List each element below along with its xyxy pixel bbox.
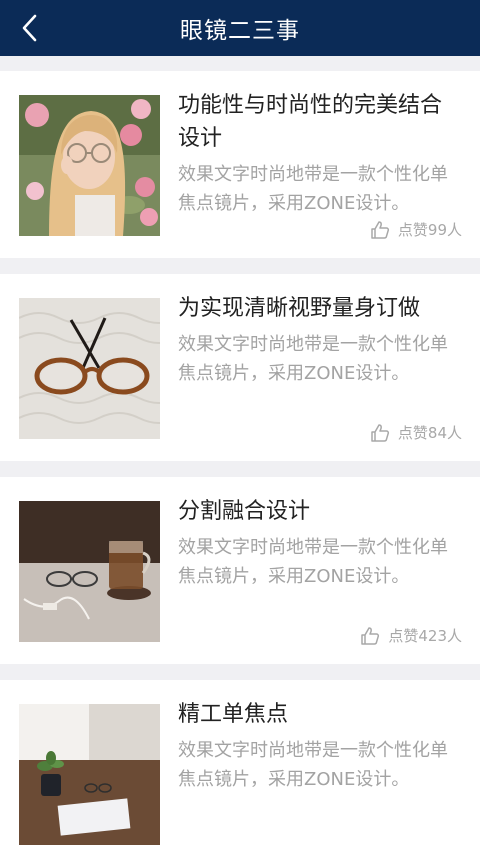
- article-thumbnail: [19, 95, 160, 236]
- article-description: 效果文字时尚地带是一款个性化单焦点镜片，采用ZONE设计。: [178, 537, 448, 587]
- article-card[interactable]: 功能性与时尚性的完美结合设计 效果文字时尚地带是一款个性化单焦点镜片，采用ZON…: [0, 71, 480, 258]
- like-count[interactable]: 点赞99人: [370, 219, 462, 240]
- back-button[interactable]: [12, 10, 48, 46]
- thumbs-up-icon: [361, 626, 380, 645]
- article-thumbnail: [19, 501, 160, 642]
- article-description: 效果文字时尚地带是一款个性化单焦点镜片，采用ZONE设计。: [178, 164, 448, 214]
- article-title: 分割融合设计: [178, 499, 311, 524]
- nav-bar: 眼镜二三事: [0, 0, 480, 56]
- article-title: 功能性与时尚性的完美结合设计: [178, 93, 443, 151]
- thumbs-up-icon: [371, 423, 389, 442]
- article-thumbnail: [19, 704, 160, 845]
- page-title: 眼镜二三事: [180, 18, 300, 44]
- thumbs-up-icon: [371, 220, 389, 239]
- article-card[interactable]: 为实现清晰视野量身订做 效果文字时尚地带是一款个性化单焦点镜片，采用ZONE设计…: [0, 274, 480, 461]
- tortoiseshell-glasses-image: [19, 298, 160, 439]
- like-count-label: 点赞99人: [397, 221, 462, 239]
- woman-with-glasses-image: [19, 95, 160, 236]
- article-title: 精工单焦点: [178, 702, 289, 727]
- like-count[interactable]: 点赞84人: [370, 422, 462, 443]
- desk-with-plant-image: [19, 704, 160, 845]
- chevron-left-icon: [22, 14, 37, 42]
- article-thumbnail: [19, 298, 160, 439]
- like-count[interactable]: 点赞423人: [360, 625, 462, 646]
- article-card[interactable]: 分割融合设计 效果文字时尚地带是一款个性化单焦点镜片，采用ZONE设计。 点赞4…: [0, 477, 480, 664]
- article-card[interactable]: 精工单焦点 效果文字时尚地带是一款个性化单焦点镜片，采用ZONE设计。: [0, 680, 480, 867]
- like-count-label: 点赞84人: [397, 424, 462, 442]
- article-description: 效果文字时尚地带是一款个性化单焦点镜片，采用ZONE设计。: [178, 334, 448, 384]
- article-description: 效果文字时尚地带是一款个性化单焦点镜片，采用ZONE设计。: [178, 740, 448, 790]
- tea-cup-and-glasses-image: [19, 501, 160, 642]
- like-count-label: 点赞423人: [388, 627, 462, 645]
- article-title: 为实现清晰视野量身订做: [178, 296, 421, 321]
